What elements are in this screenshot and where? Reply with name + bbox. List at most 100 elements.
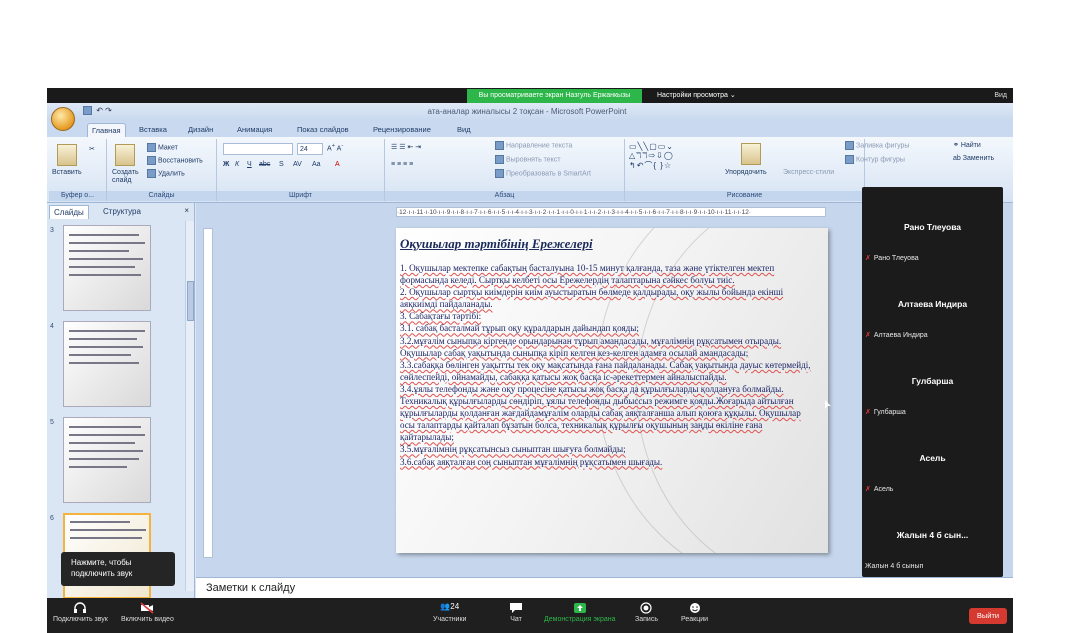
save-icon[interactable] [83,106,92,116]
tab-design[interactable]: Дизайн [184,123,217,137]
delete-button[interactable]: Удалить [147,169,185,178]
create-slide-button[interactable]: Создать слайд [112,169,152,185]
find-button[interactable]: ⚭ Найти [953,141,981,149]
replace-button[interactable]: ab Заменить [953,155,994,162]
outline-icon [845,155,854,164]
tab-home[interactable]: Главная [87,123,126,137]
paste-icon[interactable] [57,144,77,166]
tab-structure[interactable]: Структура [99,205,145,219]
reactions-button[interactable]: Реакции [681,602,708,623]
layout-button[interactable]: Макет [147,143,178,152]
group-label-paragraph: Абзац [385,191,624,201]
chat-icon [510,603,522,613]
share-screen-button[interactable]: Демонстрация экрана [544,602,616,623]
participants-button[interactable]: 👥24 Участники [433,602,466,623]
ribbon-tabs: Главная Вставка Дизайн Анимация Показ сл… [47,121,1013,137]
notes-field[interactable]: Заметки к слайду [196,577,1013,598]
delete-label: Удалить [158,170,185,178]
participant-sub-name: Асель [873,486,894,493]
font-size-select[interactable]: 24 [297,143,323,155]
thumbnails-scrollbar[interactable] [185,221,194,591]
chat-label: Чат [510,616,522,623]
arrange-icon[interactable] [741,143,761,165]
shape-outline-button[interactable]: Контур фигуры [845,155,905,164]
underline-icon[interactable]: Ч [247,161,252,168]
group-paragraph: ☰ ☰ ⇤ ⇥ ≡ ≡ ≡ ≡ Направление текста Выров… [385,139,625,201]
group-font: 24 A+ A- Ж К Ч abc S AV Aa A Шрифт [217,139,385,201]
slide-body[interactable]: 1. Оқушылар мектепке сабақтың басталуына… [400,262,815,468]
thumb-text-line [69,362,139,364]
thumb-text-line [69,338,137,340]
rule-paragraph: 2. Оқушылар сыртқы киімдерін киім ауысты… [400,287,784,310]
new-slide-icon[interactable] [115,144,135,166]
thumb-text-line [69,346,143,348]
slide-thumbnail[interactable] [63,417,151,503]
view-options-button[interactable]: Настройки просмотра ⌄ [657,89,747,103]
slide-title[interactable]: Оқушылар тәртібінің Ережелері [400,236,593,252]
shadow-icon[interactable]: S [279,161,284,168]
headphones-icon [74,602,87,613]
share-screen-icon [573,603,586,613]
restore-button[interactable]: Восстановить [147,156,203,165]
mic-muted-icon: ✗ [865,332,871,339]
paste-button[interactable]: Вставить [52,169,82,176]
slide-thumbnail[interactable] [63,321,151,407]
view-button[interactable]: Вид [994,89,1007,103]
tab-review[interactable]: Рецензирование [369,123,435,137]
bullets-icon[interactable]: ☰ ☰ ⇤ ⇥ [391,143,421,151]
spacing-icon[interactable]: AV [293,161,302,168]
undo-icon[interactable]: ↶ [96,106,103,115]
group-drawing: ▭╲╲▢▭⌄ △ℸℸ⇨⇩◯ ↰↶⌒{ }☆ Упорядочить Экспресс… [625,139,865,201]
participant-name: Асель [919,453,946,463]
office-button[interactable] [51,107,75,131]
align-text-button[interactable]: Выровнять текст [495,155,561,164]
group-label-drawing: Рисование [625,191,864,201]
participant-label: ✗ Асель [865,485,893,493]
tab-animation[interactable]: Анимация [233,123,276,137]
strike-icon[interactable]: abc [259,161,270,168]
smartart-button[interactable]: Преобразовать в SmartArt [495,169,591,178]
slide-thumbnail[interactable] [63,225,151,311]
tab-view[interactable]: Вид [453,123,475,137]
viewing-label: Вы просматриваете экран Назгуль Ержанкыз… [467,89,642,103]
tab-insert[interactable]: Вставка [135,123,171,137]
align-icons[interactable]: ≡ ≡ ≡ ≡ [391,161,413,168]
quick-access-toolbar[interactable]: ↶ ↷ [83,106,112,116]
grow-font-icon[interactable]: A+ A- [327,143,343,152]
font-family-select[interactable] [223,143,293,155]
thumb-text-line [70,537,142,539]
case-icon[interactable]: Aa [312,161,321,168]
tab-slides[interactable]: Слайды [49,205,89,219]
thumb-number: 5 [50,419,54,426]
cut-icon[interactable]: ✂ [89,145,95,153]
close-icon[interactable]: × [184,206,189,215]
bold-icon[interactable]: Ж [223,161,229,168]
shapes-gallery[interactable]: ▭╲╲▢▭⌄ △ℸℸ⇨⇩◯ ↰↶⌒{ }☆ [629,142,674,171]
join-audio-button[interactable]: Подключить звук [53,602,108,623]
record-button[interactable]: Запись [635,602,658,623]
redo-icon[interactable]: ↷ [105,106,112,115]
italic-icon[interactable]: К [235,161,239,168]
start-video-button[interactable]: Включить видео [121,602,174,623]
slide-canvas[interactable]: Оқушылар тәртібінің Ережелері 1. Оқушыла… [396,228,828,553]
scrollbar-thumb[interactable] [187,281,194,321]
thumb-text-line [69,434,145,436]
quick-styles-button[interactable]: Экспресс-стили [783,169,834,176]
mic-muted-icon: ✗ [865,409,871,416]
participant-name: Алтаева Индира [897,299,968,309]
shape-fill-button[interactable]: Заливка фигуры [845,141,909,150]
shared-screen: Вы просматриваете экран Назгуль Ержанкыз… [47,88,1013,633]
text-direction-button[interactable]: Направление текста [495,141,572,150]
tab-slideshow[interactable]: Показ слайдов [293,123,353,137]
leave-button[interactable]: Выйти [969,608,1007,624]
rule-paragraph: 3.4.ұялы телефонды және оқу процесіне қа… [400,383,801,443]
arrange-button[interactable]: Упорядочить [725,169,767,176]
text-direction-label: Направление текста [506,142,573,150]
font-color-icon[interactable]: A [335,161,340,168]
align-text-label: Выровнять текст [506,156,561,164]
group-label-clipboard: Буфер о... [49,191,106,201]
thumb-text-line [69,466,127,468]
outline-label: Контур фигуры [856,156,905,164]
chat-button[interactable]: Чат [509,602,523,623]
participant-name: Рано Тлеуова [903,222,962,232]
